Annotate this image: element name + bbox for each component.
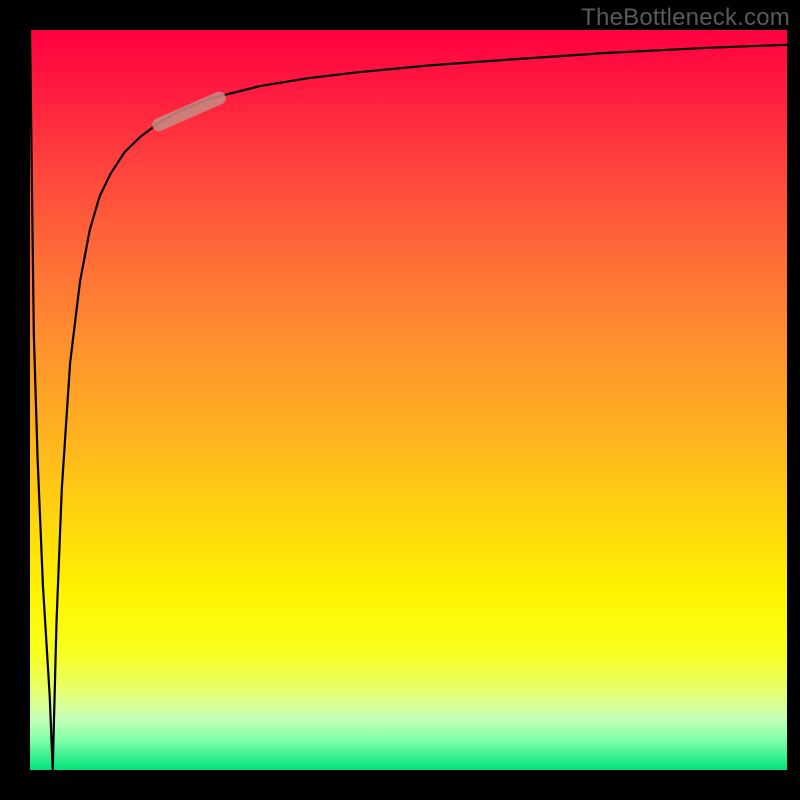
watermark-text: TheBottleneck.com xyxy=(581,4,790,32)
bottleneck-curve xyxy=(30,30,787,770)
plot-area xyxy=(30,30,787,770)
highlight-marker xyxy=(159,98,220,125)
curve-layer xyxy=(30,30,787,770)
chart-frame: TheBottleneck.com xyxy=(0,0,800,800)
